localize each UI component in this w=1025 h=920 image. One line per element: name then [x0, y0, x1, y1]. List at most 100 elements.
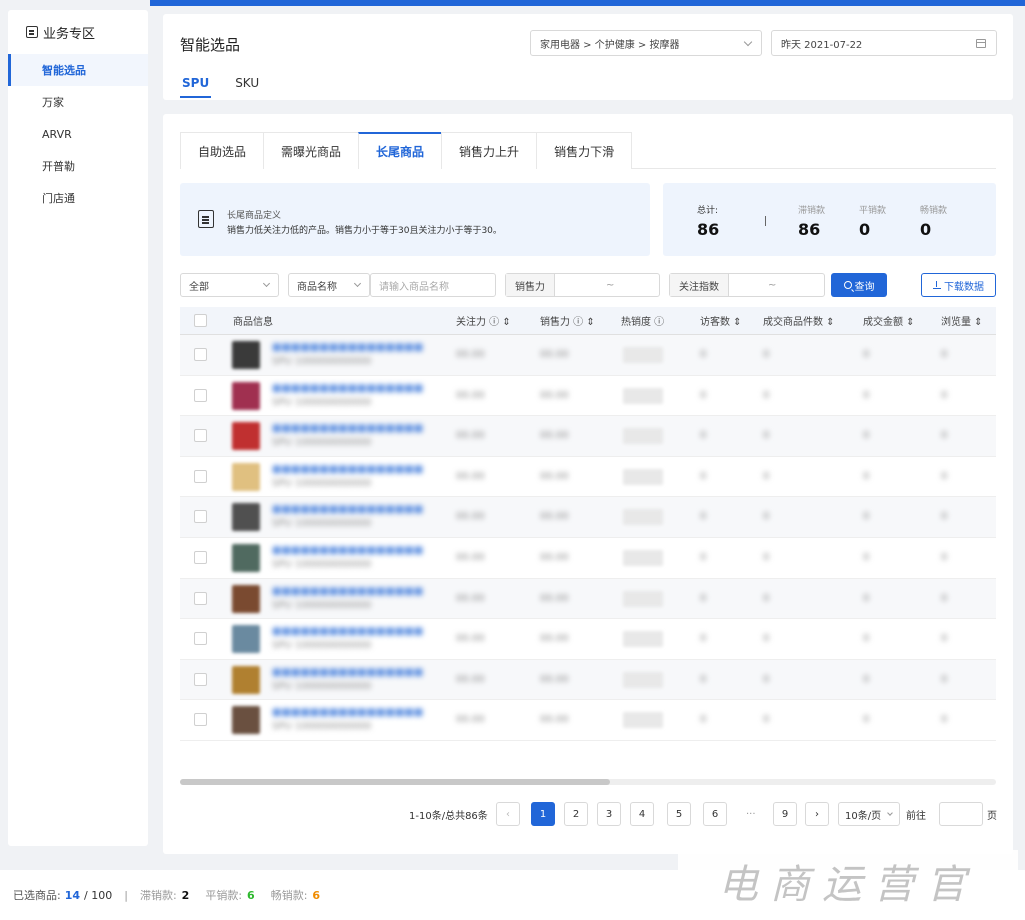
next-page-button[interactable]: › [805, 802, 829, 826]
tab-sales-down[interactable]: 销售力下滑 [536, 132, 633, 169]
product-name-link[interactable]: ■■■■■■■■■■■■■■■■ [272, 464, 423, 475]
col-sales[interactable]: 销售力 ⓘ ⇕ [540, 313, 595, 328]
tab-need-exposure[interactable]: 需曝光商品 [263, 132, 360, 169]
col-amount[interactable]: 成交金额 ⇕ [863, 313, 915, 328]
jump-page-input[interactable] [939, 802, 983, 826]
tab-self-select[interactable]: 自助选品 [180, 132, 265, 169]
visitors-value: 0 [700, 551, 707, 563]
product-thumbnail [232, 422, 260, 451]
download-button[interactable]: 下载数据 [921, 273, 996, 297]
page-5-button[interactable]: 5 [667, 802, 691, 826]
row-checkbox[interactable] [194, 510, 207, 524]
range-separator: ~ [768, 279, 777, 291]
row-checkbox[interactable] [194, 550, 207, 564]
col-units[interactable]: 成交商品件数 ⇕ [763, 313, 835, 328]
table-row[interactable]: ■■■■■■■■■■■■■■■■ SPU 100000000000 00.00 00.… [180, 538, 996, 579]
sidebar-item-label: 开普勒 [42, 160, 75, 173]
main-card: 自助选品 需曝光商品 长尾商品 销售力上升 销售力下滑 长尾商品定义 销售力低关… [163, 114, 1013, 854]
stat-label: 平销款 [859, 206, 887, 216]
row-checkbox[interactable] [194, 591, 207, 605]
amount-value: 0 [863, 551, 870, 563]
product-name-link[interactable]: ■■■■■■■■■■■■■■■■ [272, 504, 423, 515]
product-name-link[interactable]: ■■■■■■■■■■■■■■■■ [272, 545, 423, 556]
tab-long-tail[interactable]: 长尾商品 [358, 132, 443, 169]
table-row[interactable]: ■■■■■■■■■■■■■■■■ SPU 100000000000 00.00 00.… [180, 416, 996, 457]
table-row[interactable]: ■■■■■■■■■■■■■■■■ SPU 100000000000 00.00 00.… [180, 700, 996, 741]
attention-range-input[interactable]: 关注指数 ~ [669, 273, 825, 297]
page-size-select[interactable]: 10条/页 [838, 802, 900, 826]
row-checkbox[interactable] [194, 348, 207, 361]
scope-select[interactable]: 全部 [180, 273, 279, 297]
definition-title: 长尾商品定义 [227, 211, 282, 221]
tab-sales-up[interactable]: 销售力上升 [441, 132, 538, 169]
stat-label: 总计: [697, 206, 719, 216]
product-name-link[interactable]: ■■■■■■■■■■■■■■■■ [272, 423, 423, 434]
pagination-ellipsis[interactable]: ··· [746, 802, 756, 826]
sidebar: 业务专区 智能选品 万家 ARVR 开普勒 门店通 [8, 10, 148, 846]
visitors-value: 0 [700, 592, 707, 604]
prev-page-button[interactable]: ‹ [496, 802, 520, 826]
product-name-link[interactable]: ■■■■■■■■■■■■■■■■ [272, 626, 423, 637]
pageviews-value: 0 [941, 430, 948, 442]
row-checkbox[interactable] [194, 429, 207, 443]
pageviews-value: 0 [941, 633, 948, 645]
page-1-button[interactable]: 1 [531, 802, 555, 826]
selected-label: 已选商品: [13, 889, 61, 902]
product-name-input[interactable]: 请输入商品名称 [370, 273, 496, 297]
col-visitors[interactable]: 访客数 ⇕ [700, 313, 742, 328]
product-name-link[interactable]: ■■■■■■■■■■■■■■■■ [272, 383, 423, 394]
row-checkbox[interactable] [194, 672, 207, 686]
amount-value: 0 [863, 673, 870, 685]
units-value: 0 [763, 349, 770, 360]
sidebar-item-smart-select[interactable]: 智能选品 [8, 54, 148, 86]
page-unit-label: 页 [987, 810, 997, 822]
page-4-button[interactable]: 4 [630, 802, 654, 826]
table-row[interactable]: ■■■■■■■■■■■■■■■■ SPU 100000000000 00.00 00.… [180, 376, 996, 417]
amount-value: 0 [863, 349, 870, 360]
table-row[interactable]: ■■■■■■■■■■■■■■■■ SPU 100000000000 00.00 00.… [180, 659, 996, 701]
download-label: 下载数据 [944, 281, 984, 293]
page-3-button[interactable]: 3 [597, 802, 621, 826]
date-picker[interactable]: 昨天 2021-07-22 [771, 30, 997, 56]
product-name-link[interactable]: ■■■■■■■■■■■■■■■■ [272, 667, 423, 678]
horizontal-scrollbar[interactable] [180, 779, 996, 785]
col-product-info: 商品信息 [233, 317, 273, 328]
col-pageviews[interactable]: 浏览量 ⇕ [941, 313, 983, 328]
table-row[interactable]: ■■■■■■■■■■■■■■■■ SPU 100000000000 00.00 00.… [180, 457, 996, 498]
table-row[interactable]: ■■■■■■■■■■■■■■■■ SPU 100000000000 00.00 00.… [180, 578, 996, 620]
sales-range-input[interactable]: 销售力 ~ [505, 273, 660, 297]
calendar-icon [976, 39, 986, 48]
product-name-link[interactable]: ■■■■■■■■■■■■■■■■ [272, 586, 423, 597]
table-row[interactable]: ■■■■■■■■■■■■■■■■ SPU 100000000000 00.00 00.… [180, 497, 996, 538]
page-6-button[interactable]: 6 [703, 802, 727, 826]
sidebar-item-arvr[interactable]: ARVR [8, 118, 148, 150]
field-select[interactable]: 商品名称 [288, 273, 370, 297]
top-accent-bar [150, 0, 1025, 6]
flat-count: 6 [247, 888, 255, 902]
sidebar-item-kepler[interactable]: 开普勒 [8, 150, 148, 182]
tab-sku[interactable]: SKU [235, 76, 259, 98]
table-row[interactable]: ■■■■■■■■■■■■■■■■ SPU 100000000000 00.00 00.… [180, 619, 996, 660]
page-2-button[interactable]: 2 [564, 802, 588, 826]
definition-box: 长尾商品定义 销售力低关注力低的产品。销售力小于等于30且关注力小于等于30。 [180, 183, 650, 256]
col-attention[interactable]: 关注力 ⓘ ⇕ [456, 313, 511, 328]
tab-spu[interactable]: SPU [180, 76, 212, 98]
row-checkbox[interactable] [194, 713, 207, 727]
scrollbar-thumb[interactable] [180, 779, 610, 785]
query-button[interactable]: 查询 [831, 273, 887, 297]
footer-divider: | [124, 888, 128, 902]
product-name-link[interactable]: ■■■■■■■■■■■■■■■■ [272, 342, 423, 353]
sidebar-item-wanjia[interactable]: 万家 [8, 86, 148, 118]
pageviews-value: 0 [941, 511, 948, 523]
category-select[interactable]: 家用电器 > 个护健康 > 按摩器 [530, 30, 762, 56]
sidebar-item-store[interactable]: 门店通 [8, 182, 148, 214]
row-checkbox[interactable] [194, 469, 207, 483]
row-checkbox[interactable] [194, 632, 207, 646]
category-tabs: 自助选品 需曝光商品 长尾商品 销售力上升 销售力下滑 [180, 132, 996, 169]
product-name-link[interactable]: ■■■■■■■■■■■■■■■■ [272, 707, 423, 718]
table-row[interactable]: ■■■■■■■■■■■■■■■■ SPU 100000000000 00.00 00.… [180, 335, 996, 376]
heat-badge [623, 712, 663, 729]
row-checkbox[interactable] [194, 388, 207, 402]
page-9-button[interactable]: 9 [773, 802, 797, 826]
select-all-checkbox[interactable] [194, 314, 207, 327]
